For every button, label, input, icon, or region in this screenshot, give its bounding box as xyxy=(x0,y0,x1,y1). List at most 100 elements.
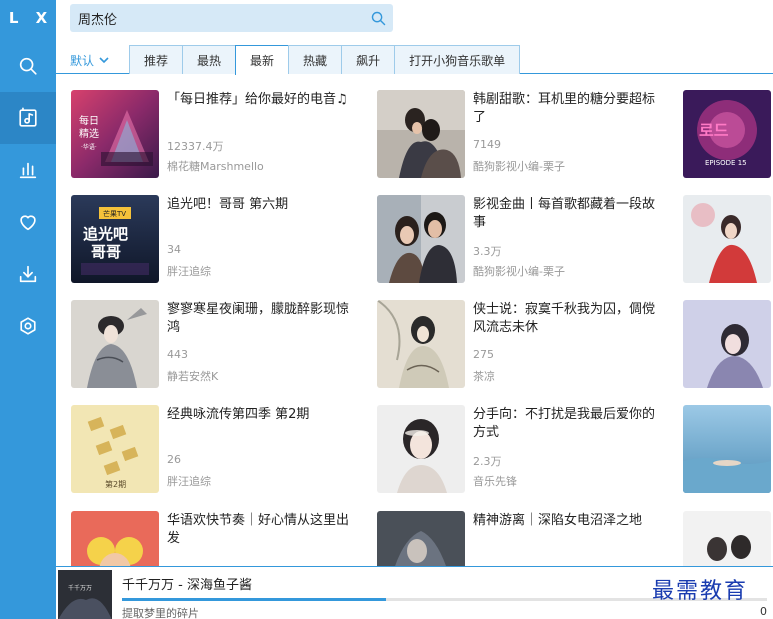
playlist-card[interactable]: 精神游离｜深陷女电沼泽之地 xyxy=(377,511,677,566)
now-playing-title: 千千万万 - 深海鱼子酱 xyxy=(122,578,252,593)
source-select[interactable]: 默认 xyxy=(70,50,110,70)
playlist-title: 侠士说：寂寞千秋我为囚，倜傥风流志未休 xyxy=(473,302,656,335)
playlist-card[interactable]: 로드 EPISODE 15 xyxy=(683,90,773,182)
svg-text:芒果TV: 芒果TV xyxy=(103,209,126,218)
download-icon xyxy=(19,265,37,283)
svg-text:追光吧: 追光吧 xyxy=(83,225,128,243)
playlist-card[interactable]: 华语欢快节奏｜好心情从这里出发 xyxy=(71,511,371,566)
playlist-title: 分手向：不打扰是我最后爱你的方式 xyxy=(473,407,656,440)
play-count: 275 xyxy=(473,348,494,361)
now-playing-cover[interactable]: 千千万万 xyxy=(58,570,112,619)
playlist-card[interactable] xyxy=(683,195,773,287)
playlist-card[interactable]: 芒果TV 追光吧 哥哥 追光吧！哥哥 第六期 34 胖汪追综 xyxy=(71,195,371,287)
chevron-down-icon xyxy=(99,57,109,64)
playlist-cover: 第2期 xyxy=(71,405,159,493)
progress-fill xyxy=(122,598,387,601)
tab-collected[interactable]: 热藏 xyxy=(288,45,342,74)
lyric-line: 提取梦里的碎片 xyxy=(122,607,199,619)
sidebar-item-settings[interactable] xyxy=(0,300,56,352)
playlist-title: 韩剧甜歌：耳机里的糖分要超标了 xyxy=(473,92,656,125)
playlist-card[interactable] xyxy=(683,300,773,392)
playlist-cover xyxy=(71,300,159,388)
svg-text:·华语·: ·华语· xyxy=(81,143,97,151)
playlist-cover xyxy=(683,195,771,283)
source-select-label: 默认 xyxy=(70,53,95,68)
svg-text:哥哥: 哥哥 xyxy=(91,243,121,261)
sort-tabs: 推荐 最热 最新 热藏 飙升 打开小狗音乐歌单 xyxy=(129,45,521,75)
playlist-author: 酷狗影视小编-栗子 xyxy=(473,265,565,278)
chart-icon xyxy=(19,162,37,179)
tab-newest[interactable]: 最新 xyxy=(235,45,289,75)
playlist-cover xyxy=(377,195,465,283)
sidebar-item-favorites[interactable] xyxy=(0,196,56,248)
playlist-card[interactable]: 韩剧甜歌：耳机里的糖分要超标了 7149 酷狗影视小编-栗子 xyxy=(377,90,677,182)
sidebar-item-leaderboard[interactable] xyxy=(0,144,56,196)
app-logo: L X xyxy=(8,9,54,27)
playlist-cover xyxy=(377,300,465,388)
playlist-cover xyxy=(71,511,159,566)
playlist-title: 「每日推荐」给你最好的电音♫ xyxy=(167,92,348,107)
playlist-title: 追光吧！哥哥 第六期 xyxy=(167,197,289,212)
playlist-card[interactable]: 每日 精选 ·华语· 「每日推荐」给你最好的电音♫ 12337.4万 棉花糖Ma… xyxy=(71,90,371,182)
play-count: 443 xyxy=(167,348,188,361)
playlist-author: 胖汪追综 xyxy=(167,265,211,278)
search-input[interactable] xyxy=(70,4,363,32)
play-count: 2.3万 xyxy=(473,455,502,468)
svg-text:每日: 每日 xyxy=(79,114,99,127)
playlist-cover xyxy=(377,90,465,178)
playlist-author: 茶凉 xyxy=(473,370,495,383)
playlist-cover xyxy=(377,405,465,493)
sidebar-item-search[interactable] xyxy=(0,40,56,92)
playlist-author: 酷狗影视小编-栗子 xyxy=(473,160,565,173)
play-count: 12337.4万 xyxy=(167,140,224,153)
play-count: 7149 xyxy=(473,138,501,151)
playlist-cover: 每日 精选 ·华语· xyxy=(71,90,159,178)
svg-text:千千万万: 千千万万 xyxy=(68,584,92,592)
search-icon xyxy=(19,57,37,75)
playlist-title: 经典咏流传第四季 第2期 xyxy=(167,407,310,422)
playlist-title: 影视金曲丨每首歌都藏着一段故事 xyxy=(473,197,656,230)
playlist-author: 音乐先锋 xyxy=(473,475,517,488)
tab-rising[interactable]: 飙升 xyxy=(341,45,395,74)
search-icon xyxy=(371,11,385,25)
playlist-card[interactable] xyxy=(683,511,773,566)
playlist-card[interactable]: 第2期 经典咏流传第四季 第2期 26 胖汪追综 xyxy=(71,405,371,497)
svg-text:로드: 로드 xyxy=(699,121,729,140)
playlist-cover xyxy=(377,511,465,566)
svg-text:EPISODE 15: EPISODE 15 xyxy=(705,159,747,167)
playlist-grid: 每日 精选 ·华语· 「每日推荐」给你最好的电音♫ 12337.4万 棉花糖Ma… xyxy=(56,74,773,566)
playlist-card[interactable] xyxy=(683,405,773,497)
play-time: 0 xyxy=(760,605,767,618)
play-count: 3.3万 xyxy=(473,245,502,258)
search-button[interactable] xyxy=(363,4,393,32)
playlist-author: 静若安然K xyxy=(167,370,219,383)
svg-text:精选: 精选 xyxy=(79,127,99,140)
playlist-card[interactable]: 分手向：不打扰是我最后爱你的方式 2.3万 音乐先锋 xyxy=(377,405,677,497)
settings-icon xyxy=(20,317,36,335)
tab-open-playlist[interactable]: 打开小狗音乐歌单 xyxy=(394,45,521,74)
playlist-cover xyxy=(683,300,771,388)
sidebar: L X xyxy=(0,0,56,619)
tab-hottest[interactable]: 最热 xyxy=(182,45,236,74)
sidebar-item-download[interactable] xyxy=(0,248,56,300)
playlist-cover xyxy=(683,405,771,493)
tab-bar: 默认 推荐 最热 最新 热藏 飙升 打开小狗音乐歌单 xyxy=(56,45,773,75)
sidebar-item-songlist[interactable] xyxy=(0,92,56,144)
playlist-card[interactable]: 侠士说：寂寞千秋我为囚，倜傥风流志未休 275 茶凉 xyxy=(377,300,677,392)
tab-recommend[interactable]: 推荐 xyxy=(129,45,183,74)
playlist-cover: 로드 EPISODE 15 xyxy=(683,90,771,178)
playlist-card[interactable]: 影视金曲丨每首歌都藏着一段故事 3.3万 酷狗影视小编-栗子 xyxy=(377,195,677,287)
playlist-author: 棉花糖Marshmello xyxy=(167,160,264,173)
music-list-icon xyxy=(19,107,37,127)
playlist-cover xyxy=(683,511,771,566)
playlist-cover: 芒果TV 追光吧 哥哥 xyxy=(71,195,159,283)
play-count: 26 xyxy=(167,453,181,466)
search-box xyxy=(70,4,393,32)
player-bar: 千千万万 千千万万 - 深海鱼子酱 提取梦里的碎片 0 最需教育 xyxy=(56,566,773,619)
play-count: 34 xyxy=(167,243,181,256)
playlist-author: 胖汪追综 xyxy=(167,475,211,488)
playlist-card[interactable]: 寥寥寒星夜阑珊，朦胧醉影现惊鸿 443 静若安然K xyxy=(71,300,371,392)
heart-icon xyxy=(20,215,36,231)
svg-text:第2期: 第2期 xyxy=(105,479,126,489)
playlist-title: 华语欢快节奏｜好心情从这里出发 xyxy=(167,513,350,546)
